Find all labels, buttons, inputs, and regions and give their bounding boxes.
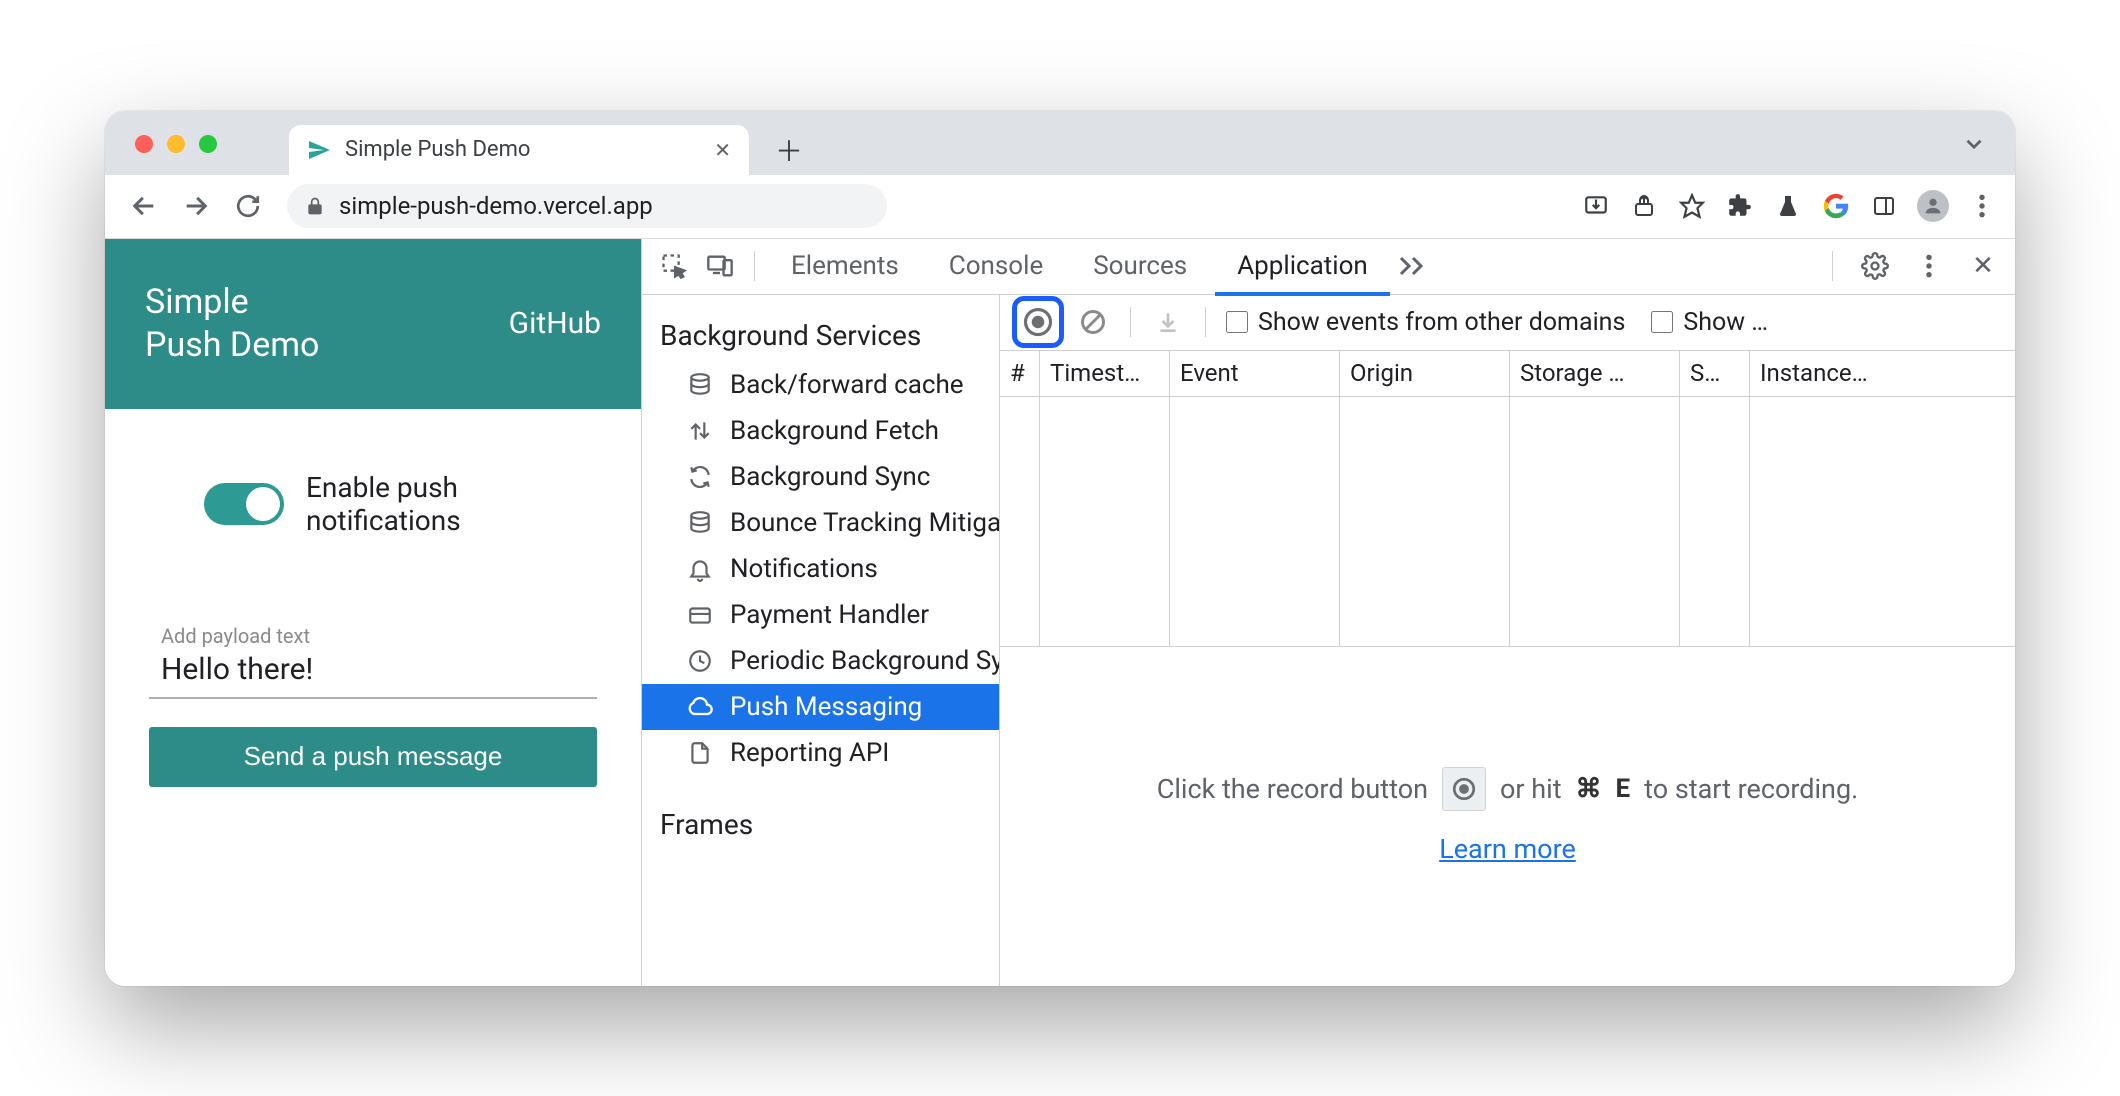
cmd-key-icon: ⌘ [1576,774,1602,804]
minimize-window-button[interactable] [167,135,185,153]
device-toolbar-icon[interactable] [700,246,740,286]
record-button-highlight [1012,296,1064,348]
show-other-domains-checkbox[interactable]: Show events from other domains [1226,308,1625,337]
record-icon [1442,767,1486,811]
sidebar-item-background-fetch[interactable]: Background Fetch [642,408,999,454]
tab-application[interactable]: Application [1215,241,1390,296]
reload-button[interactable] [227,185,269,227]
settings-gear-icon[interactable] [1855,246,1895,286]
show-truncated-checkbox[interactable]: Show … [1651,308,1768,337]
sidebar-item-payment-handler[interactable]: Payment Handler [642,592,999,638]
kebab-menu-icon[interactable] [1967,191,1997,221]
devtools-pane: Elements Console Sources Application ✕ [641,239,2015,986]
sidebar-item-notifications[interactable]: Notifications [642,546,999,592]
clear-icon[interactable] [1076,305,1110,339]
enable-push-toggle-row: Enable push notifications [204,471,597,538]
events-table-header: # Timest… Event Origin Storage … S… Inst… [1000,351,2015,397]
database-icon [686,371,714,399]
sidebar-item-bounce-tracking[interactable]: Bounce Tracking Mitigations [642,500,999,546]
col-origin[interactable]: Origin [1340,351,1510,396]
sync-icon [686,463,714,491]
col-timestamp[interactable]: Timest… [1040,351,1170,396]
empty-text-prefix: Click the record button [1157,773,1428,805]
extensions-icon[interactable] [1725,191,1755,221]
record-button[interactable] [1019,303,1057,341]
address-bar[interactable]: simple-push-demo.vercel.app [287,184,887,228]
back-button[interactable] [123,185,165,227]
credit-card-icon [686,601,714,629]
new-tab-button[interactable]: ＋ [767,128,811,172]
browser-toolbar: simple-push-demo.vercel.app [105,175,2015,239]
maximize-window-button[interactable] [199,135,217,153]
demo-app-pane: Simple Push Demo GitHub Enable push noti… [105,239,641,986]
browser-tab[interactable]: Simple Push Demo ✕ [289,125,749,175]
database-icon [686,509,714,537]
bell-icon [686,555,714,583]
labs-icon[interactable] [1773,191,1803,221]
sidepanel-icon[interactable] [1869,191,1899,221]
panel-toolbar: Show events from other domains Show … [1000,295,2015,351]
tab-strip: Simple Push Demo ✕ ＋ [105,111,2015,175]
devtools-kebab-icon[interactable] [1909,246,1949,286]
e-key-icon: E [1616,774,1631,804]
learn-more-link[interactable]: Learn more [1439,833,1576,865]
lock-icon [305,196,325,216]
tab-title: Simple Push Demo [345,137,530,162]
payload-field: Add payload text [149,614,597,699]
google-icon[interactable] [1821,191,1851,221]
toggle-label: Enable push notifications [306,471,461,538]
download-icon[interactable] [1151,305,1185,339]
cloud-icon [686,693,714,721]
sidebar-item-back-forward-cache[interactable]: Back/forward cache [642,362,999,408]
payload-label: Add payload text [161,624,585,648]
sidebar-item-reporting-api[interactable]: Reporting API [642,730,999,776]
enable-push-toggle[interactable] [204,483,284,525]
app-title: Simple Push Demo [145,281,319,366]
push-messaging-panel: Show events from other domains Show … # … [1000,295,2015,986]
empty-state: Click the record button or hit ⌘ E to st… [1000,647,2015,986]
url-text: simple-push-demo.vercel.app [339,192,653,220]
install-app-icon[interactable] [1581,191,1611,221]
paper-plane-icon [307,138,331,162]
col-event[interactable]: Event [1170,351,1340,396]
col-storage[interactable]: Storage … [1510,351,1680,396]
bookmark-star-icon[interactable] [1677,191,1707,221]
send-push-button[interactable]: Send a push message [149,727,597,787]
sidebar-item-push-messaging[interactable]: Push Messaging [642,684,999,730]
fetch-arrows-icon [686,417,714,445]
github-link[interactable]: GitHub [509,306,601,341]
tab-console[interactable]: Console [927,239,1065,294]
chevron-down-icon[interactable] [1961,131,1987,157]
tab-elements[interactable]: Elements [769,239,921,294]
tab-sources[interactable]: Sources [1071,239,1209,294]
close-devtools-icon[interactable]: ✕ [1963,246,2003,286]
inspect-icon[interactable] [654,246,694,286]
col-number[interactable]: # [1000,351,1040,396]
close-window-button[interactable] [135,135,153,153]
col-instance[interactable]: Instance… [1750,351,2015,396]
more-tabs-icon[interactable] [1396,246,1436,286]
toolbar-actions [1581,190,1997,222]
app-header: Simple Push Demo GitHub [105,239,641,409]
share-icon[interactable] [1629,191,1659,221]
sidebar-section-frames: Frames [642,798,999,851]
profile-avatar[interactable] [1917,190,1949,222]
window-controls [135,135,217,153]
forward-button[interactable] [175,185,217,227]
sidebar-item-background-sync[interactable]: Background Sync [642,454,999,500]
payload-input[interactable] [161,652,585,687]
col-s[interactable]: S… [1680,351,1750,396]
browser-window: Simple Push Demo ✕ ＋ simple-push-demo.ve… [105,111,2015,986]
sidebar-item-periodic-bg-sync[interactable]: Periodic Background Sync [642,638,999,684]
content-area: Simple Push Demo GitHub Enable push noti… [105,239,2015,986]
application-sidebar: Background Services Back/forward cache B… [642,295,1000,986]
empty-text-suffix: to start recording. [1644,773,1858,805]
events-table-body [1000,397,2015,647]
sidebar-section-background-services: Background Services [642,309,999,362]
clock-icon [686,647,714,675]
devtools-tabs: Elements Console Sources Application ✕ [642,239,2015,295]
document-icon [686,739,714,767]
close-tab-button[interactable]: ✕ [714,138,731,162]
empty-text-mid: or hit [1500,773,1562,805]
